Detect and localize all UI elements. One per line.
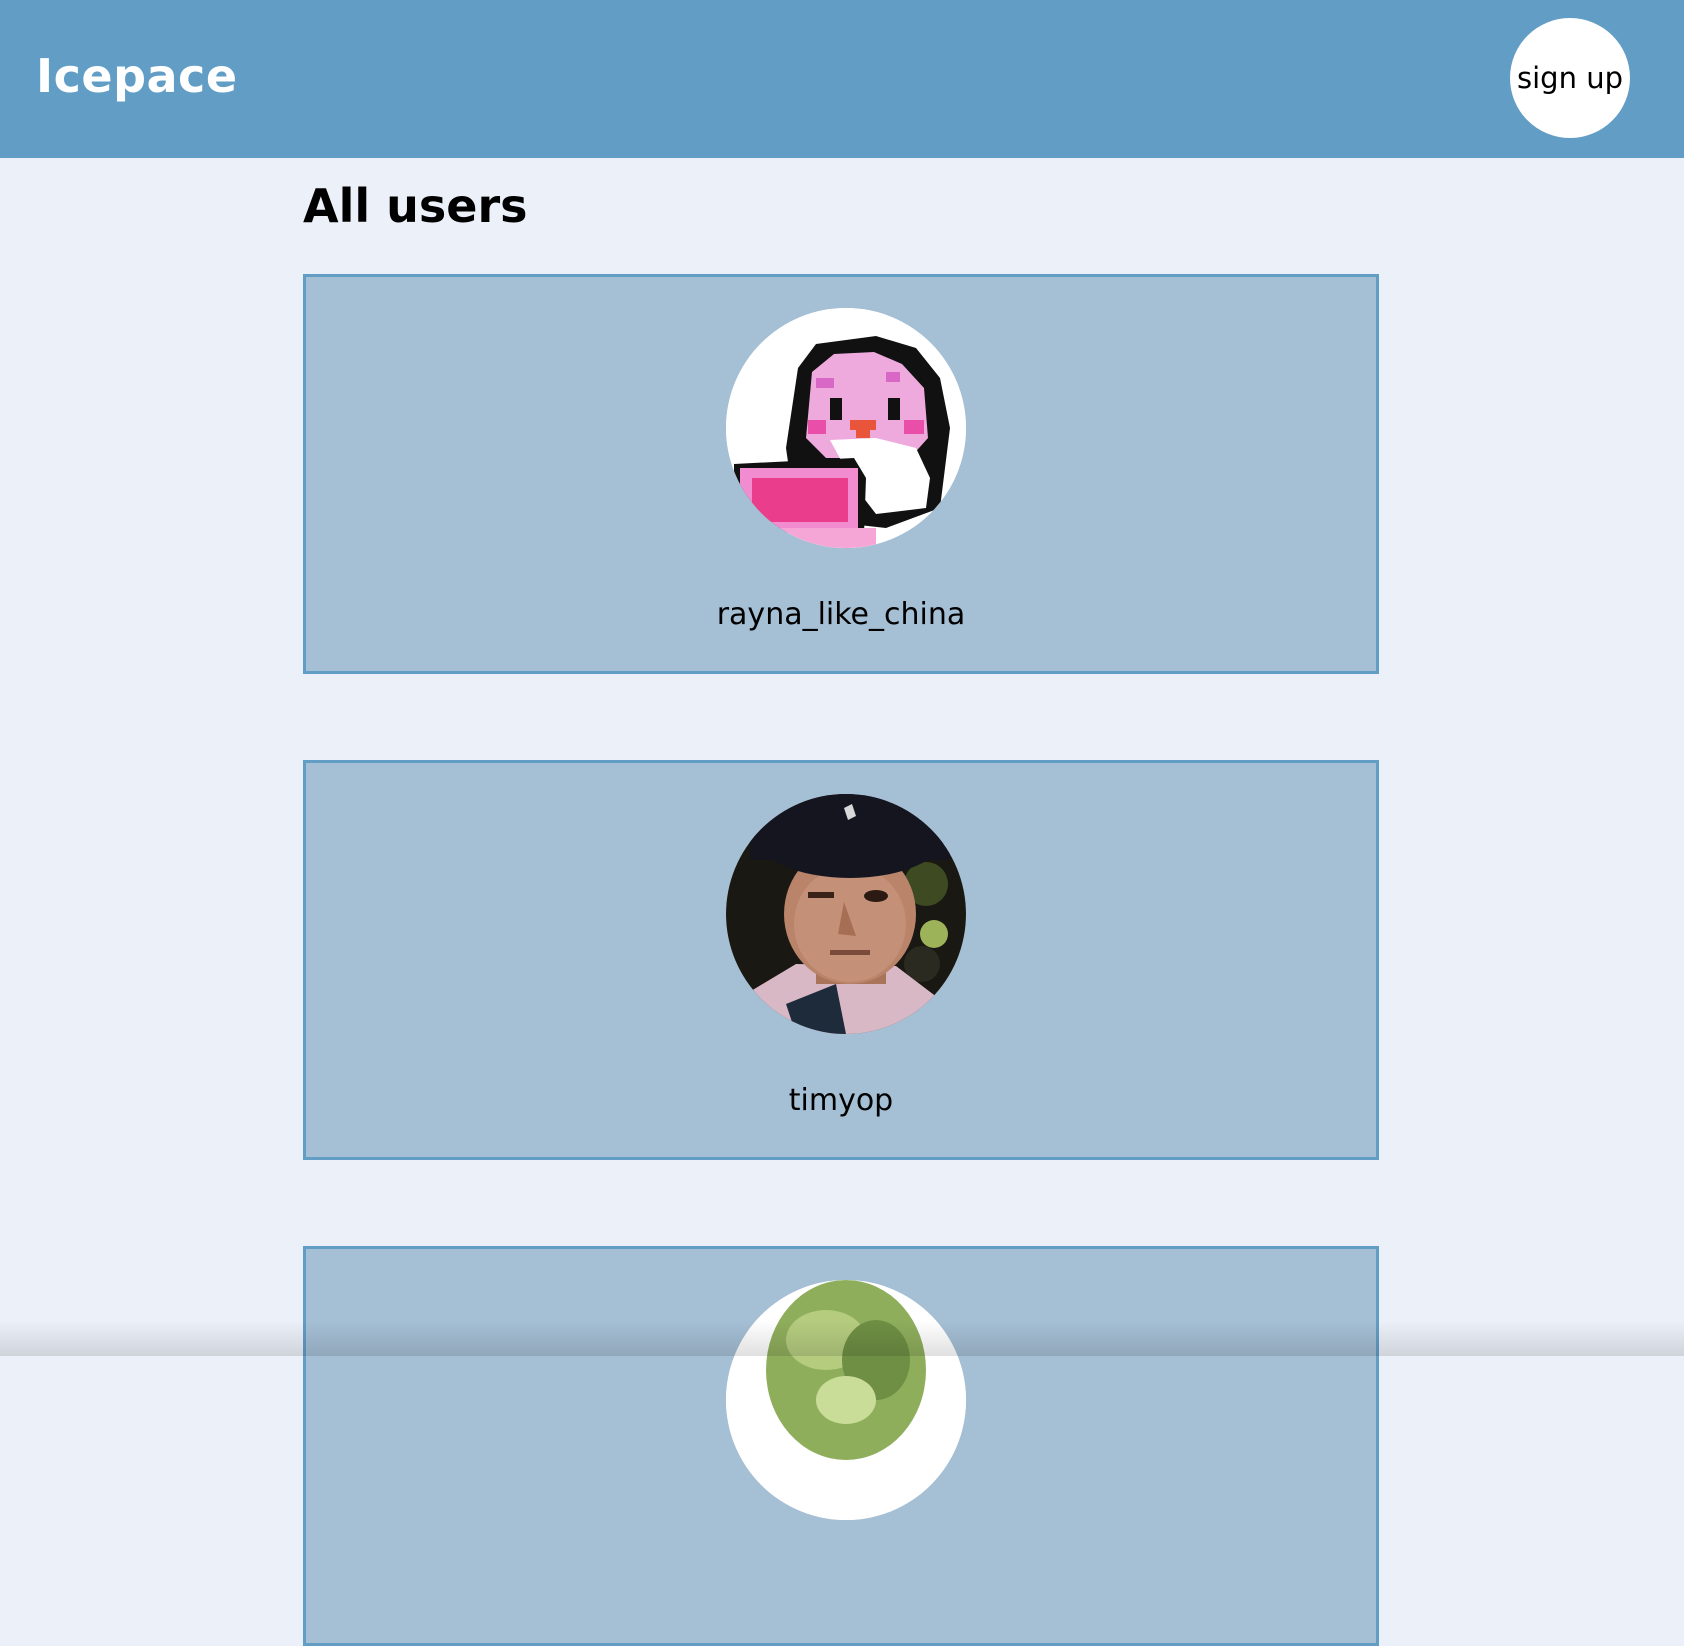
user-card-timyop[interactable]: timyop (303, 760, 1379, 1160)
man-winking-avatar-icon (726, 794, 966, 1034)
username-label: timyop (788, 1083, 894, 1118)
page-title: All users (303, 179, 528, 233)
lettuce-avatar-icon (726, 1280, 966, 1520)
pixel-penguin-avatar-icon (726, 308, 966, 548)
brand-logo-link[interactable]: Icepace (36, 46, 238, 106)
top-nav-bar: Icepace sign up (0, 0, 1684, 158)
user-card-3[interactable] (303, 1246, 1379, 1646)
user-card-rayna-like-china[interactable]: rayna_like_china (303, 274, 1379, 674)
username-label: rayna_like_china (716, 597, 966, 632)
sign-up-button[interactable]: sign up (1510, 18, 1630, 138)
